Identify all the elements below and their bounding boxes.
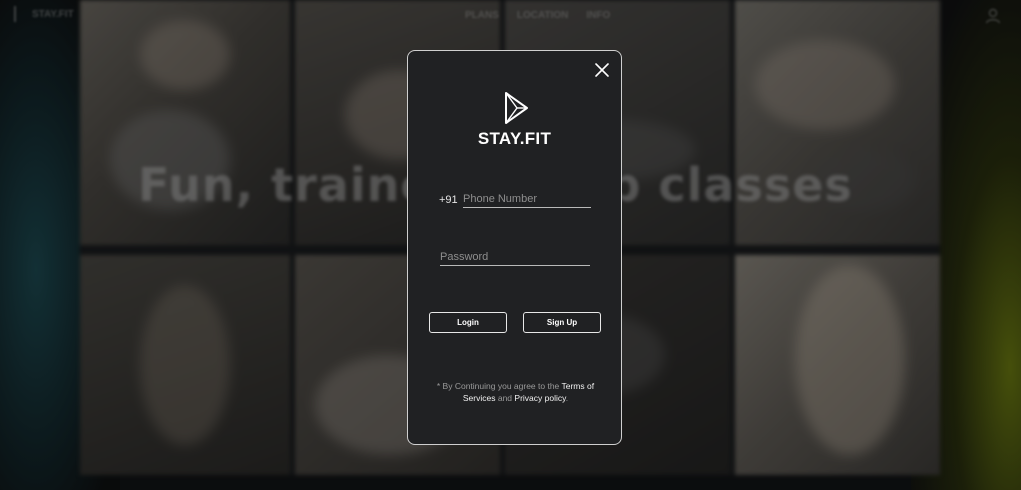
terms-suffix: . — [565, 393, 569, 403]
password-input[interactable] — [440, 250, 590, 266]
close-icon[interactable] — [594, 62, 610, 78]
sign-up-button[interactable]: Sign Up — [523, 312, 601, 333]
privacy-policy-link[interactable]: Privacy policy — [514, 393, 565, 403]
phone-number-input[interactable] — [463, 192, 591, 208]
login-button[interactable]: Login — [429, 312, 507, 333]
phone-row: +91 — [439, 192, 591, 212]
modal-brand-title: STAY.FIT — [477, 129, 552, 148]
terms-prefix: * By Continuing you agree to the — [436, 381, 560, 391]
terms-notice: * By Continuing you agree to the Terms o… — [428, 380, 603, 404]
terms-and: and — [497, 393, 513, 403]
login-modal: STAY.FIT +91 Login Sign Up * By Continui… — [407, 50, 622, 445]
country-code: +91 — [439, 194, 458, 206]
stayfit-logo-icon — [505, 92, 528, 124]
